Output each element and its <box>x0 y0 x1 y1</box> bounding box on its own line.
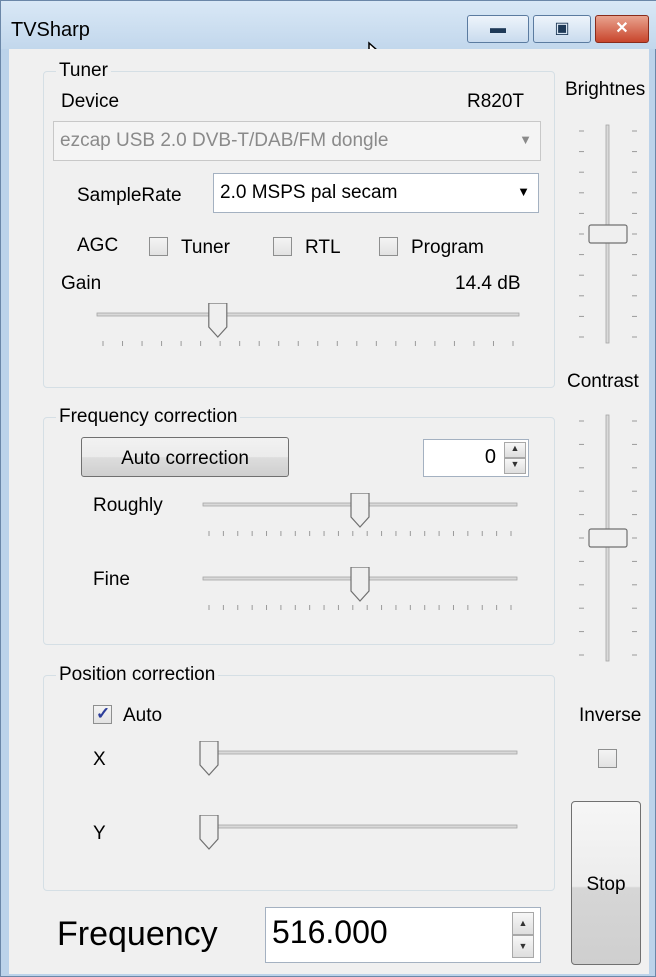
roughly-label: Roughly <box>93 495 163 516</box>
agc-tuner-checkbox[interactable] <box>149 237 168 256</box>
agc-rtl-label: RTL <box>305 237 341 258</box>
inverse-checkbox[interactable] <box>598 749 617 768</box>
tuner-legend: Tuner <box>56 60 111 82</box>
window-title: TVSharp <box>11 19 90 41</box>
slider-thumb[interactable] <box>588 528 628 548</box>
agc-rtl-checkbox[interactable] <box>273 237 292 256</box>
samplerate-label: SampleRate <box>77 185 182 206</box>
slider-thumb[interactable] <box>350 566 370 602</box>
frequency-input[interactable]: 516.000 ▲ ▼ <box>265 907 541 963</box>
samplerate-combo[interactable]: 2.0 MSPS pal secam ▼ <box>213 173 539 213</box>
y-label: Y <box>93 823 106 844</box>
maximize-icon: ▣ <box>554 20 570 37</box>
frequency-correction-legend: Frequency correction <box>56 406 241 428</box>
frequency-up-button[interactable]: ▲ <box>512 912 534 935</box>
slider-thumb[interactable] <box>350 492 370 528</box>
slider-thumb[interactable] <box>199 814 219 850</box>
position-auto-checkbox[interactable]: ✓ <box>93 704 112 724</box>
stop-button[interactable]: Stop <box>571 801 641 965</box>
fine-slider[interactable] <box>199 566 521 613</box>
title-bar[interactable]: TVSharp ▬ ▣ ✕ <box>1 1 656 74</box>
slider-thumb[interactable] <box>199 740 219 776</box>
slider-graphic <box>199 740 518 776</box>
y-slider[interactable] <box>199 814 521 855</box>
slider-graphic <box>199 814 518 850</box>
gain-label: Gain <box>61 273 102 294</box>
slider-track <box>202 750 518 755</box>
gain-value: 14.4 dB <box>455 273 521 294</box>
maximize-button[interactable]: ▣ <box>533 15 591 43</box>
position-correction-legend: Position correction <box>56 664 219 686</box>
frequency-spinner-arrows: ▲ ▼ <box>512 912 534 958</box>
minimize-icon: ▬ <box>490 20 506 37</box>
frequency-label: Frequency <box>57 915 218 953</box>
chevron-down-icon: ▼ <box>517 184 530 199</box>
chevron-down-icon: ▼ <box>519 132 532 147</box>
inverse-label: Inverse <box>579 705 642 726</box>
device-combo[interactable]: ezcap USB 2.0 DVB-T/DAB/FM dongle ▼ <box>53 121 541 161</box>
agc-program-label: Program <box>411 237 484 258</box>
gain-slider[interactable] <box>93 302 523 349</box>
spinner-up-button[interactable]: ▲ <box>504 442 526 458</box>
device-model: R820T <box>467 91 525 112</box>
slider-graphic <box>202 492 518 536</box>
slider-graphic <box>202 566 518 610</box>
x-slider[interactable] <box>199 740 521 781</box>
close-icon: ✕ <box>615 20 629 37</box>
client-area: Tuner Device R820T ezcap USB 2.0 DVB-T/D… <box>9 49 649 974</box>
vertical-slider-graphic <box>579 124 637 344</box>
device-label: Device <box>61 91 120 112</box>
spinner-down-button[interactable]: ▼ <box>504 458 526 474</box>
fine-label: Fine <box>93 569 130 590</box>
roughly-slider[interactable] <box>199 492 521 539</box>
tvsharp-window: TVSharp ▬ ▣ ✕ Tuner Device R820T ezcap U… <box>0 0 656 977</box>
position-auto-label: Auto <box>123 705 163 726</box>
brightness-label: Brightnes <box>565 79 646 100</box>
vertical-slider-graphic <box>579 414 637 662</box>
check-icon: ✓ <box>96 704 111 723</box>
frequency-correction-spinner[interactable]: 0 ▲ ▼ <box>423 439 529 477</box>
samplerate-value: 2.0 MSPS pal secam <box>220 182 398 203</box>
slider-track <box>202 824 518 829</box>
auto-correction-label: Auto correction <box>121 448 249 469</box>
agc-tuner-label: Tuner <box>181 237 230 258</box>
agc-program-checkbox[interactable] <box>379 237 398 256</box>
frequency-down-button[interactable]: ▼ <box>512 935 534 958</box>
device-combo-value: ezcap USB 2.0 DVB-T/DAB/FM dongle <box>60 130 389 151</box>
slider-track <box>96 312 520 317</box>
slider-graphic <box>96 302 520 346</box>
spinner-value: 0 <box>484 446 496 468</box>
auto-correction-button[interactable]: Auto correction <box>81 437 289 477</box>
position-correction-group: Position correction <box>43 664 555 891</box>
agc-label: AGC <box>77 235 119 256</box>
contrast-slider[interactable] <box>575 411 641 665</box>
stop-label: Stop <box>586 874 626 895</box>
brightness-slider[interactable] <box>575 121 641 347</box>
spinner-arrows: ▲ ▼ <box>504 442 526 474</box>
minimize-button[interactable]: ▬ <box>467 15 529 43</box>
slider-thumb[interactable] <box>588 224 628 244</box>
close-button[interactable]: ✕ <box>595 15 649 43</box>
slider-thumb[interactable] <box>208 302 228 338</box>
contrast-label: Contrast <box>567 371 639 392</box>
frequency-value: 516.000 <box>272 914 388 950</box>
x-label: X <box>93 749 106 770</box>
